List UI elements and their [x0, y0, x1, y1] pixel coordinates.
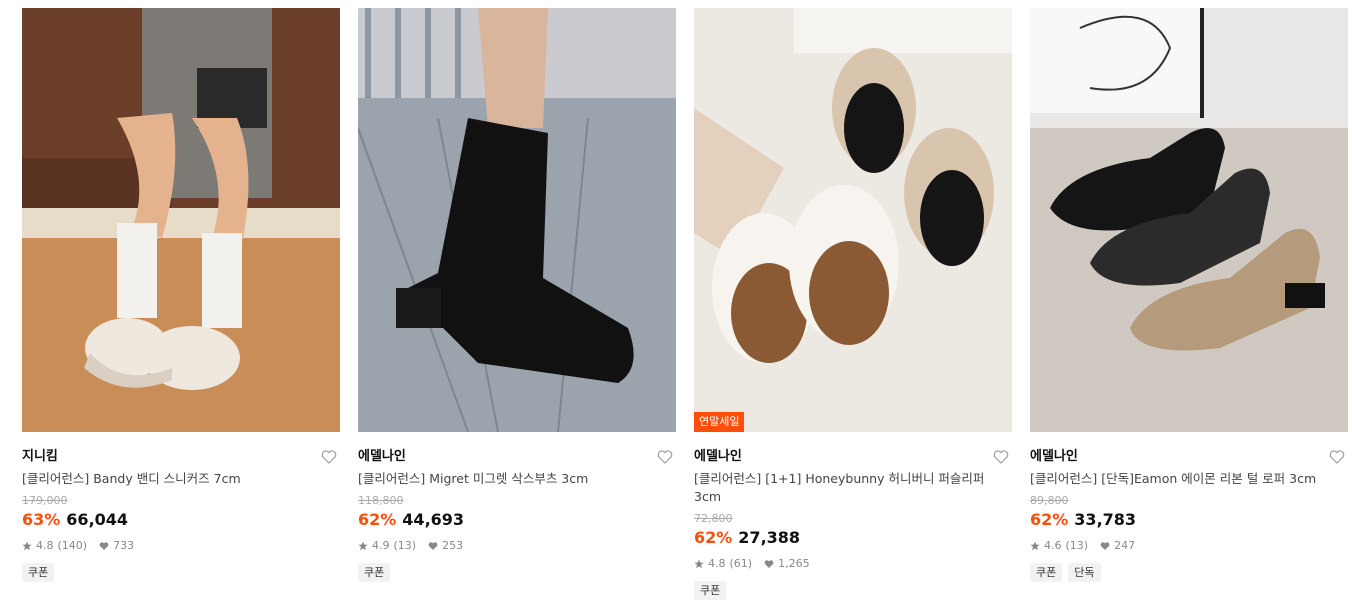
sale-price: 44,693: [402, 510, 465, 529]
star-icon: [22, 541, 32, 551]
product-title[interactable]: [클리어런스] [단독]Eamon 에이몬 리본 털 로퍼 3cm: [1030, 470, 1348, 488]
brand-name[interactable]: 지니킴: [22, 446, 340, 468]
brand-name[interactable]: 에델나인: [694, 446, 1012, 468]
exclusive-tag: 단독: [1068, 563, 1101, 582]
product-title[interactable]: [클리어런스] [1+1] Honeybunny 허니버니 퍼슬리퍼 3cm: [694, 470, 1012, 506]
discount-rate: 62%: [1030, 510, 1069, 529]
sneakers-photo: [22, 8, 340, 432]
sale-price: 66,044: [66, 510, 129, 529]
coupon-tag: 쿠폰: [694, 581, 727, 600]
product-image[interactable]: 연말세일: [694, 8, 1012, 432]
review-count: (61): [729, 557, 753, 570]
like-heart-icon: [1100, 542, 1110, 550]
sale-badge: 연말세일: [694, 412, 745, 432]
discount-rate: 62%: [694, 528, 733, 547]
discount-rate: 62%: [358, 510, 397, 529]
like-count: 253: [442, 539, 464, 552]
review-count: (13): [393, 539, 417, 552]
ankle-boot-photo: [358, 8, 676, 432]
heart-icon[interactable]: [1328, 448, 1346, 466]
sale-price: 33,783: [1074, 510, 1137, 529]
original-price: 89,800: [1030, 494, 1069, 507]
original-price: 72,800: [694, 512, 733, 525]
heart-icon[interactable]: [992, 448, 1010, 466]
like-count: 733: [113, 539, 135, 552]
star-icon: [358, 541, 368, 551]
rating-value: 4.8: [36, 539, 54, 552]
like-heart-icon: [428, 542, 438, 550]
fur-slippers-photo: [694, 8, 1012, 432]
product-card[interactable]: 에델나인 [클리어런스] Migret 미그렛 삭스부츠 3cm 118,800…: [358, 8, 676, 582]
product-card[interactable]: 연말세일 에델나인 [클리어런스] [1+1] Honeybunny 허니버니 …: [694, 8, 1012, 600]
like-heart-icon: [99, 542, 109, 550]
brand-name[interactable]: 에델나인: [1030, 446, 1348, 468]
coupon-tag: 쿠폰: [1030, 563, 1063, 582]
like-count: 247: [1114, 539, 1136, 552]
heart-icon[interactable]: [656, 448, 674, 466]
product-grid: 지니킴 [클리어런스] Bandy 밴디 스니커즈 7cm 179,000 63…: [0, 0, 1352, 606]
product-title[interactable]: [클리어런스] Migret 미그렛 삭스부츠 3cm: [358, 470, 676, 488]
rating-value: 4.9: [372, 539, 390, 552]
review-count: (140): [57, 539, 88, 552]
rating-value: 4.6: [1044, 539, 1062, 552]
heart-icon[interactable]: [320, 448, 338, 466]
star-icon: [1030, 541, 1040, 551]
coupon-tag: 쿠폰: [358, 563, 391, 582]
loafers-photo: [1030, 8, 1348, 432]
original-price: 118,800: [358, 494, 404, 507]
like-heart-icon: [764, 560, 774, 568]
review-count: (13): [1065, 539, 1089, 552]
product-image[interactable]: [1030, 8, 1348, 432]
sale-price: 27,388: [738, 528, 801, 547]
product-title[interactable]: [클리어런스] Bandy 밴디 스니커즈 7cm: [22, 470, 340, 488]
star-icon: [694, 559, 704, 569]
discount-rate: 63%: [22, 510, 61, 529]
product-image[interactable]: [22, 8, 340, 432]
product-card[interactable]: 에델나인 [클리어런스] [단독]Eamon 에이몬 리본 털 로퍼 3cm 8…: [1030, 8, 1348, 582]
like-count: 1,265: [778, 557, 810, 570]
product-image[interactable]: [358, 8, 676, 432]
product-card[interactable]: 지니킴 [클리어런스] Bandy 밴디 스니커즈 7cm 179,000 63…: [22, 8, 340, 582]
coupon-tag: 쿠폰: [22, 563, 55, 582]
original-price: 179,000: [22, 494, 68, 507]
brand-name[interactable]: 에델나인: [358, 446, 676, 468]
rating-value: 4.8: [708, 557, 726, 570]
